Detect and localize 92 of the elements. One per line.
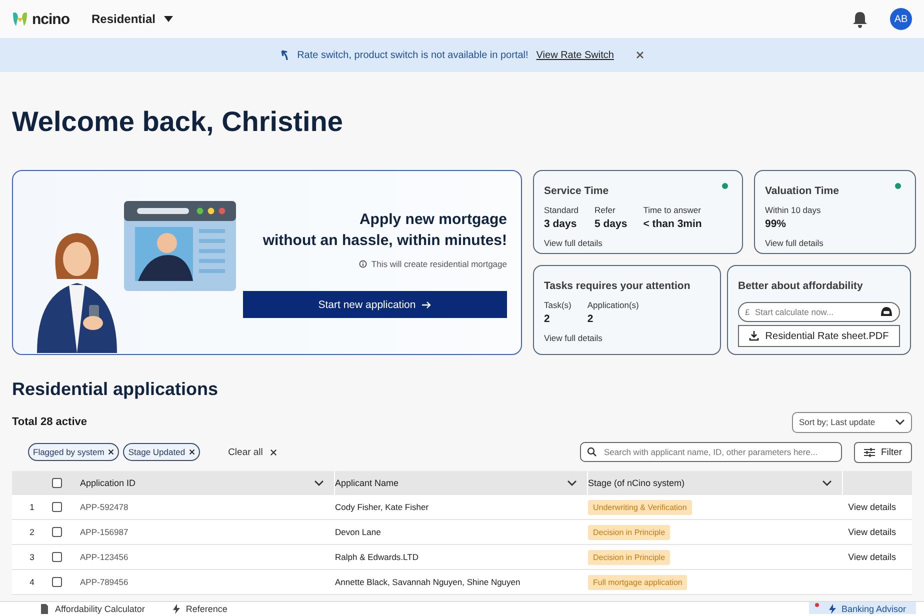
- lightning-icon: [172, 604, 180, 614]
- stat-label: Time to answer: [643, 205, 702, 215]
- search-icon: [587, 447, 597, 457]
- user-avatar[interactable]: AB: [890, 8, 912, 30]
- applicant-name: Devon Lane: [335, 527, 382, 537]
- row-number: 2: [28, 527, 36, 537]
- view-details-link[interactable]: View full details: [544, 238, 602, 248]
- applicant-name: Annette Black, Savannah Nguyen, Shine Nguyen: [335, 577, 522, 587]
- assistant-icon[interactable]: [880, 306, 893, 317]
- banner-message: Rate switch, product switch is not available in portal!: [297, 50, 528, 60]
- stage-tag: Underwriting & Verification: [588, 500, 692, 514]
- banking-advisor-button[interactable]: Banking Advisor: [809, 602, 916, 614]
- chevron-down-icon: [567, 480, 577, 486]
- row-number: 4: [28, 577, 36, 587]
- hero-note: This will create residential mortgage: [371, 259, 507, 269]
- bottom-bar-item[interactable]: Reference: [166, 602, 234, 615]
- notification-bell-icon[interactable]: [852, 10, 868, 28]
- view-details-link[interactable]: View full details: [765, 238, 824, 248]
- stage-tag: Full mortgage application: [588, 574, 688, 590]
- view-details-link[interactable]: View full details: [544, 333, 602, 343]
- row-checkbox[interactable]: [52, 527, 62, 537]
- stat-value: 99%: [765, 218, 788, 230]
- start-application-button[interactable]: Start new application: [243, 291, 507, 318]
- hero-title: Apply new mortgage: [359, 210, 507, 230]
- stat-value: < than 3min: [643, 218, 702, 230]
- filter-chip[interactable]: Flagged by system: [28, 443, 120, 461]
- card-title: Better about affordability: [738, 280, 863, 292]
- application-id: APP-789456: [80, 577, 130, 587]
- hero-title: without an hassle, within minutes!: [262, 231, 507, 251]
- status-dot: [895, 183, 901, 189]
- product-menu[interactable]: Residential: [92, 12, 173, 26]
- applicant-name: Ralph & Edwards.LTD: [335, 552, 420, 562]
- application-id: APP-123456: [80, 552, 130, 562]
- section-heading: Residential applications: [12, 379, 220, 401]
- select-all-checkbox[interactable]: [52, 478, 62, 488]
- stat-value: 2: [587, 313, 594, 325]
- stage-tag: Decision in Principle: [588, 550, 670, 564]
- card-title: Valuation Time: [765, 185, 839, 197]
- row-checkbox[interactable]: [52, 577, 62, 587]
- stat-label: Refer: [594, 205, 616, 215]
- stat-value: 2: [544, 313, 551, 325]
- application-id: APP-156987: [80, 527, 130, 537]
- bottom-bar-item[interactable]: Affordability Calculator: [34, 602, 151, 615]
- document-icon: [40, 604, 49, 614]
- stat-label: Task(s): [544, 300, 572, 310]
- close-icon[interactable]: [189, 449, 196, 455]
- filter-chip[interactable]: Stage Updated: [123, 443, 200, 461]
- row-number: 3: [28, 552, 36, 562]
- stat-label: Within 10 days: [765, 205, 821, 215]
- arrow-icon: [280, 50, 290, 60]
- applicant-name: Cody Fisher, Kate Fisher: [335, 502, 430, 512]
- close-icon[interactable]: [108, 449, 114, 455]
- row-checkbox[interactable]: [52, 552, 62, 562]
- card-title: Service Time: [544, 185, 609, 197]
- view-rate-switch-link[interactable]: View Rate Switch: [536, 50, 614, 60]
- sliders-icon: [864, 448, 875, 456]
- row-checkbox[interactable]: [52, 502, 62, 512]
- sort-dropdown[interactable]: Sort by; Last update: [792, 412, 912, 432]
- search-field[interactable]: Search with applicant name, ID, other parameters here...: [580, 442, 842, 462]
- total-count: Total 28 active: [12, 416, 87, 428]
- download-icon: [749, 331, 760, 341]
- arrow-right-icon: [422, 300, 432, 308]
- rate-sheet-button[interactable]: Residential Rate sheet.PDF: [738, 325, 900, 347]
- logo-text: ncino: [32, 10, 70, 28]
- stage-tag: Decision in Principle: [588, 524, 670, 540]
- stat-value: 3 days: [544, 218, 578, 230]
- chevron-down-icon: [822, 480, 832, 486]
- close-icon[interactable]: [636, 51, 644, 59]
- stat-label: Application(s): [587, 300, 639, 310]
- stat-label: Standard: [544, 205, 578, 215]
- column-header[interactable]: Application ID: [80, 478, 136, 488]
- close-icon[interactable]: [270, 448, 277, 456]
- chevron-down-icon: [895, 419, 905, 425]
- chevron-down-icon: [314, 480, 324, 486]
- info-icon: [359, 260, 368, 268]
- view-details-link[interactable]: View details: [848, 527, 896, 537]
- view-details-link[interactable]: View details: [848, 502, 896, 512]
- welcome-heading: Welcome back, Christine: [12, 106, 344, 139]
- column-header[interactable]: Stage (of nCino system): [588, 478, 685, 488]
- currency-symbol: £: [745, 307, 750, 317]
- clear-all-button[interactable]: Clear all: [222, 446, 283, 458]
- column-header[interactable]: Applicant Name: [335, 478, 399, 488]
- view-details-link[interactable]: View details: [848, 552, 896, 562]
- logo-icon: [12, 11, 28, 27]
- filter-button[interactable]: Filter: [854, 442, 912, 462]
- status-dot: [722, 183, 728, 189]
- lightning-icon: [829, 604, 836, 614]
- application-id: APP-592478: [80, 502, 130, 512]
- row-number: 1: [28, 502, 36, 512]
- caret-icon: [164, 16, 173, 22]
- card-title: Tasks requires your attention: [544, 280, 690, 292]
- stat-value: 5 days: [594, 218, 628, 230]
